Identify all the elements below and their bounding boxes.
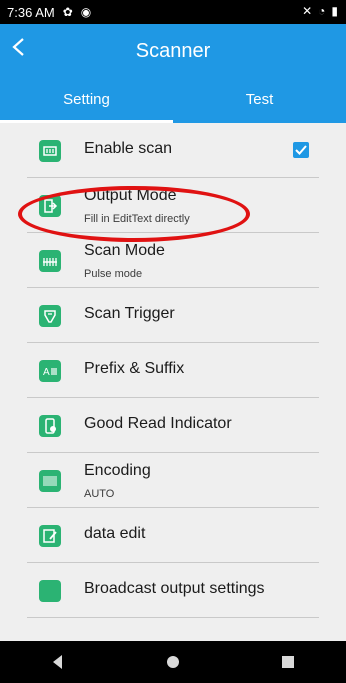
status-time: 7:36 AM <box>7 4 55 20</box>
tab-test[interactable]: Test <box>173 76 346 123</box>
app-status-icon: ◉ <box>80 5 92 19</box>
item-subtitle: Pulse mode <box>84 268 143 280</box>
recents-nav-icon[interactable] <box>278 652 298 672</box>
svg-text:A: A <box>43 367 50 378</box>
mute-icon: ✕ <box>302 4 313 18</box>
settings-status-icon: ✿ <box>62 5 73 19</box>
list-item-scan-trigger[interactable]: Scan Trigger <box>27 288 319 343</box>
list-item-encoding[interactable]: Encoding AUTO <box>27 453 319 508</box>
highlight-oval <box>18 186 250 242</box>
list-item-scan-mode[interactable]: Scan Mode Pulse mode <box>27 233 319 288</box>
prefix-suffix-icon: A <box>39 360 61 382</box>
battery-icon: ▮ <box>331 4 338 18</box>
broadcast-output-icon <box>39 580 61 602</box>
item-label: Enable scan <box>84 140 173 157</box>
wifi-icon: ◔ <box>318 4 326 18</box>
item-label: data edit <box>84 525 146 542</box>
item-subtitle: AUTO <box>84 488 115 500</box>
list-item-good-read-indicator[interactable]: Good Read Indicator <box>27 398 319 453</box>
list-item-data-edit[interactable]: data edit <box>27 508 319 563</box>
app-bar: Scanner <box>0 24 346 76</box>
encoding-icon <box>39 470 61 492</box>
item-label: Prefix & Suffix <box>84 360 185 377</box>
page-title: Scanner <box>135 40 211 62</box>
enable-scan-icon <box>39 140 61 162</box>
checkbox-checked-icon[interactable] <box>293 142 309 158</box>
list-item-enable-scan[interactable]: Enable scan <box>27 123 319 178</box>
item-label: Broadcast output settings <box>84 580 265 597</box>
item-label: Encoding <box>84 462 151 479</box>
tab-bar: Setting Test <box>0 76 346 123</box>
item-label: Scan Mode <box>84 242 165 259</box>
good-read-indicator-icon <box>39 415 61 437</box>
list-item-broadcast-output[interactable]: Broadcast output settings <box>27 563 319 618</box>
status-right-icons: ✕ ◔ ▮ <box>302 4 338 18</box>
list-item-prefix-suffix[interactable]: A Prefix & Suffix <box>27 343 319 398</box>
navigation-bar <box>0 641 346 683</box>
item-label: Good Read Indicator <box>84 415 232 432</box>
item-label: Scan Trigger <box>84 305 175 322</box>
back-nav-icon[interactable] <box>48 652 68 672</box>
status-bar: 7:36 AM ✿ ◉ ✕ ◔ ▮ <box>0 0 346 24</box>
tab-setting[interactable]: Setting <box>0 76 173 123</box>
data-edit-icon <box>39 525 61 547</box>
scan-mode-icon <box>39 250 61 272</box>
scan-trigger-icon <box>39 305 61 327</box>
home-nav-icon[interactable] <box>163 652 183 672</box>
